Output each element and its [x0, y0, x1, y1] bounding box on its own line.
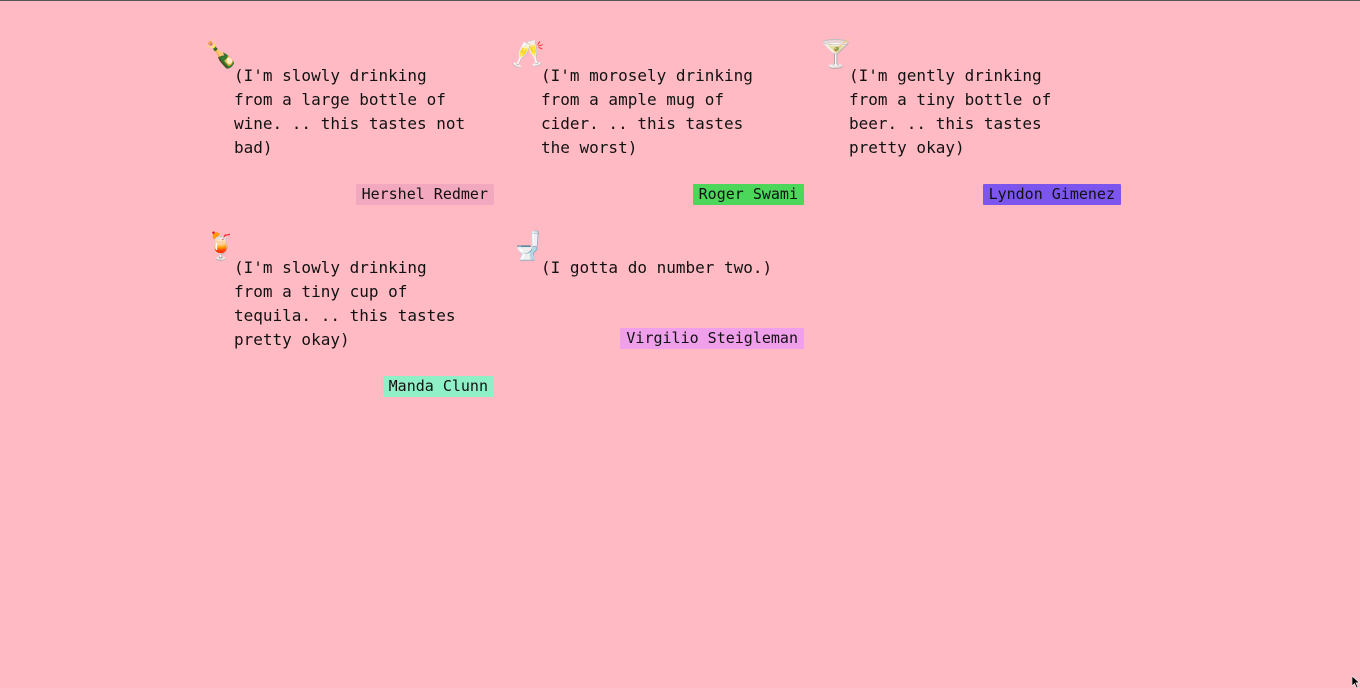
clinking-glasses-icon: 🥂: [511, 39, 545, 70]
author-badge: Manda Clunn: [382, 376, 494, 397]
champagne-bottle-icon: 🍾: [204, 39, 238, 70]
author-badge: Lyndon Gimenez: [982, 184, 1121, 205]
post-card: 🚽 (I gotta do number two.) Virgilio Stei…: [511, 230, 804, 360]
author-badge: Hershel Redmer: [355, 184, 494, 205]
post-text: (I'm slowly drinking from a large bottle…: [234, 66, 466, 157]
post-text: (I'm gently drinking from a tiny bottle …: [849, 66, 1052, 157]
post-text: (I'm morosely drinking from a ample mug …: [541, 66, 753, 157]
mouse-cursor-icon: [1352, 676, 1360, 688]
post-card: 🍾 (I'm slowly drinking from a large bott…: [204, 38, 494, 208]
post-card: 🍹 (I'm slowly drinking from a tiny cup o…: [204, 230, 494, 400]
author-badge: Virgilio Steigleman: [620, 328, 804, 349]
post-text: (I'm slowly drinking from a tiny cup of …: [234, 258, 456, 349]
cocktail-glass-icon: 🍸: [819, 39, 853, 70]
post-text: (I gotta do number two.): [541, 258, 773, 277]
toilet-icon: 🚽: [511, 231, 545, 262]
author-badge: Roger Swami: [692, 184, 804, 205]
post-card: 🥂 (I'm morosely drinking from a ample mu…: [511, 38, 804, 208]
post-card: 🍸 (I'm gently drinking from a tiny bottl…: [819, 38, 1121, 208]
tropical-drink-icon: 🍹: [204, 231, 238, 262]
